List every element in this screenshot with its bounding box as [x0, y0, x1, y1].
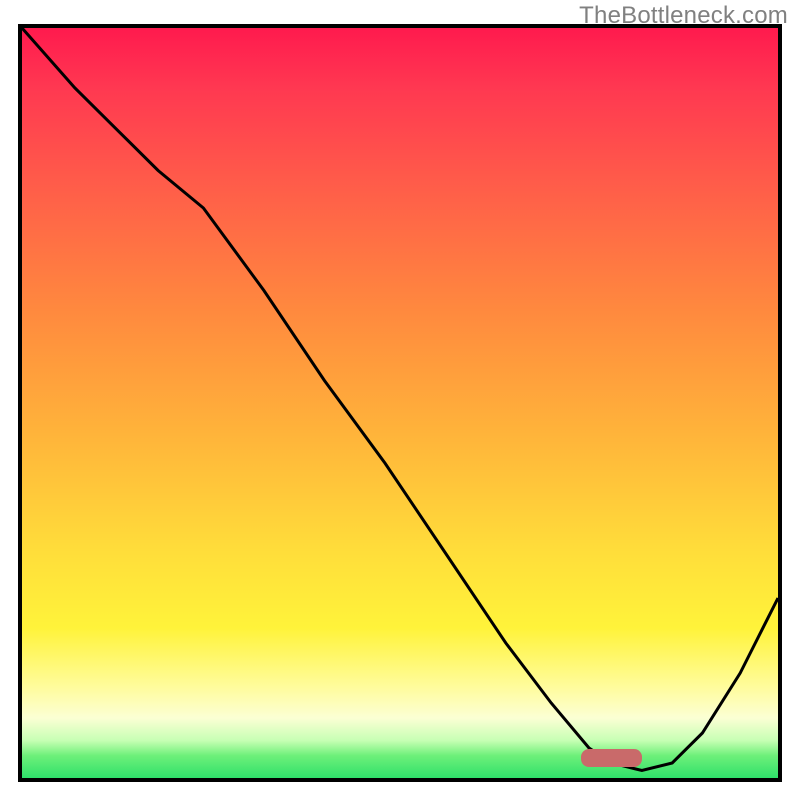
watermark-text: TheBottleneck.com: [579, 2, 788, 30]
plot-area: [18, 24, 782, 782]
bottleneck-curve: [22, 28, 778, 771]
curve-svg: [22, 28, 778, 778]
valley-marker: [581, 749, 641, 767]
chart-root: TheBottleneck.com: [0, 0, 800, 800]
